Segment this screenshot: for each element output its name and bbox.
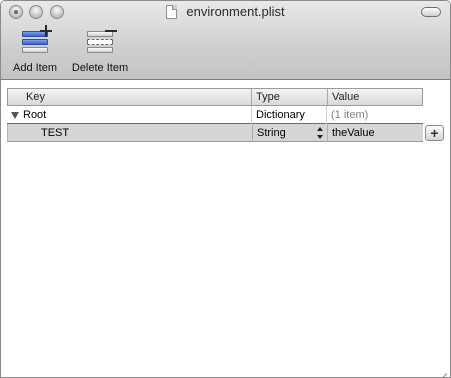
disclosure-triangle-icon[interactable] — [11, 111, 19, 119]
test-key[interactable]: TEST — [8, 124, 252, 142]
root-key: Root — [23, 109, 47, 121]
test-type: String — [257, 127, 286, 139]
window-title: environment.plist — [186, 4, 285, 19]
header-value[interactable]: Value — [328, 89, 423, 105]
plist-editor-window: environment.plist Add Item Delete Item K… — [0, 0, 451, 378]
test-value[interactable]: theValue — [328, 124, 423, 142]
header-type[interactable]: Type — [252, 89, 328, 105]
add-item-icon — [20, 25, 52, 55]
header-key[interactable]: Key — [8, 89, 252, 105]
plist-table: Key Type Value Root Dictionary (1 item) … — [7, 88, 444, 142]
root-key-cell: Root — [7, 106, 251, 124]
table-row-root[interactable]: Root Dictionary (1 item) — [7, 106, 423, 124]
table-row-test[interactable]: TEST String theValue + — [7, 124, 444, 142]
resize-grip-icon[interactable] — [435, 362, 447, 377]
root-value: (1 item) — [331, 109, 369, 121]
delete-item-label: Delete Item — [71, 62, 129, 74]
delete-item-icon — [85, 29, 117, 55]
document-icon — [166, 4, 178, 19]
window-title-area: environment.plist — [1, 4, 450, 22]
add-item-button[interactable]: Add Item — [7, 25, 63, 74]
type-select[interactable]: String — [252, 124, 328, 142]
type-stepper-icon[interactable] — [317, 127, 323, 139]
toolbar-toggle-button[interactable] — [421, 7, 441, 17]
delete-item-button[interactable]: Delete Item — [65, 29, 135, 74]
title-toolbar: environment.plist Add Item Delete Item — [1, 1, 450, 80]
table-header: Key Type Value — [7, 88, 423, 106]
root-type[interactable]: Dictionary — [251, 106, 327, 124]
add-sibling-button[interactable]: + — [425, 125, 444, 141]
add-item-label: Add Item — [12, 62, 58, 74]
